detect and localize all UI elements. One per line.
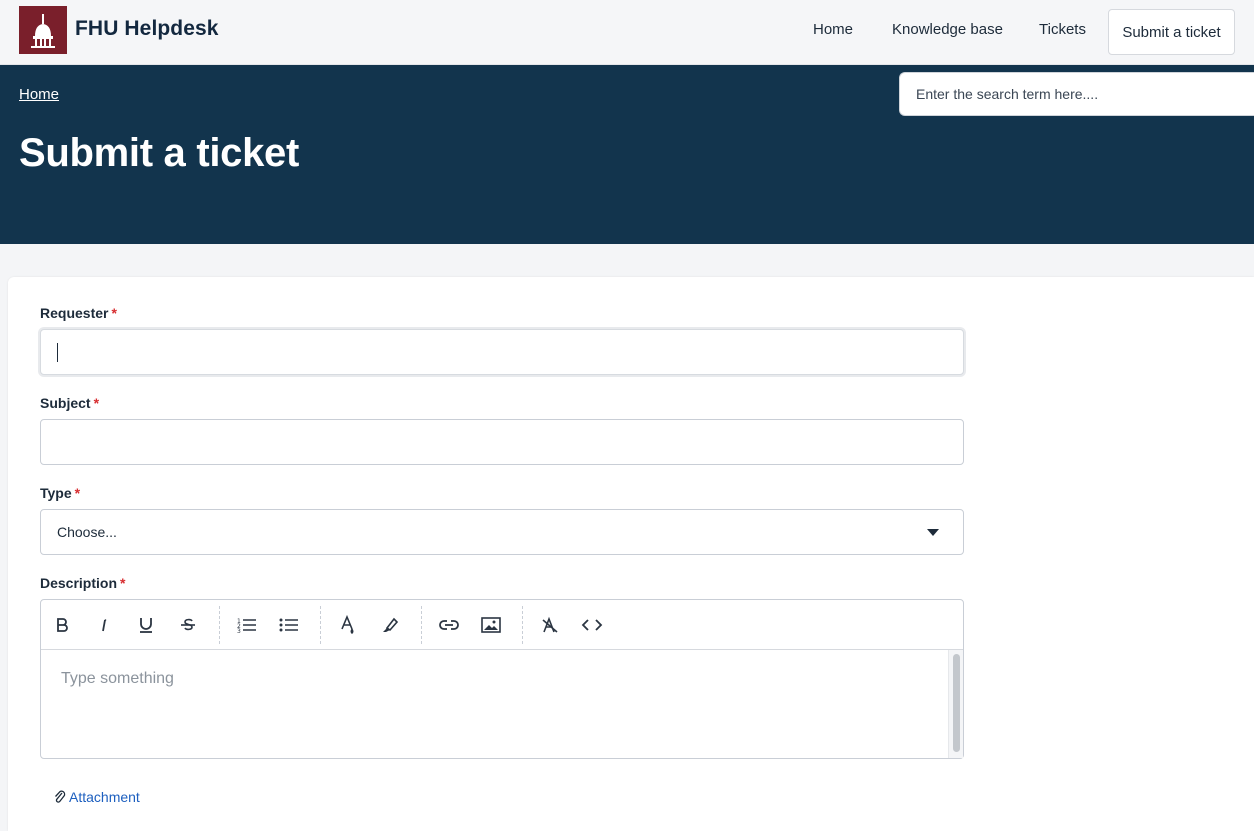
ticket-form: Requester * Subject * Type * Choose... Desc… — [8, 277, 1254, 831]
description-label-text: Description — [40, 575, 118, 591]
breadcrumb-home[interactable]: Home — [19, 86, 59, 103]
required-marker: * — [120, 575, 126, 591]
svg-text:3: 3 — [237, 628, 241, 634]
logo[interactable] — [19, 6, 67, 54]
subject-input[interactable] — [40, 419, 964, 465]
editor-toolbar: 123 — [41, 600, 963, 650]
image-icon[interactable] — [479, 613, 503, 637]
code-icon[interactable] — [580, 613, 604, 637]
type-label: Type * — [40, 485, 80, 501]
type-select[interactable]: Choose... — [40, 509, 964, 555]
description-textarea[interactable]: Type something — [61, 670, 174, 688]
text-caret — [57, 343, 58, 362]
subject-label-text: Subject — [40, 395, 91, 411]
requester-label: Requester * — [40, 305, 117, 321]
clear-format-icon[interactable] — [538, 613, 562, 637]
caret-down-icon — [927, 529, 939, 536]
type-label-text: Type — [40, 485, 72, 501]
search-input[interactable] — [899, 72, 1254, 116]
highlight-icon[interactable] — [378, 613, 402, 637]
editor-scrollbar[interactable] — [948, 650, 963, 758]
toolbar-divider — [522, 606, 523, 644]
requester-label-text: Requester — [40, 305, 109, 321]
subject-label: Subject * — [40, 395, 99, 411]
page-title: Submit a ticket — [19, 131, 300, 175]
brand-name[interactable]: FHU Helpdesk — [75, 17, 219, 41]
toolbar-divider — [421, 606, 422, 644]
description-editor: 123 Type something — [40, 599, 964, 759]
paperclip-icon — [55, 790, 66, 803]
attachment-link[interactable]: Attachment — [54, 789, 140, 805]
link-icon[interactable] — [437, 613, 461, 637]
required-marker: * — [74, 485, 81, 501]
hero-banner: Home Submit a ticket — [0, 65, 1254, 244]
required-marker: * — [111, 305, 117, 321]
description-label: Description * — [40, 575, 125, 591]
nav-tickets[interactable]: Tickets — [1039, 21, 1086, 38]
nav-home[interactable]: Home — [813, 21, 853, 38]
bulleted-list-icon[interactable] — [277, 613, 301, 637]
required-marker: * — [93, 395, 100, 411]
ordered-list-icon[interactable]: 123 — [235, 613, 259, 637]
nav-knowledge-base[interactable]: Knowledge base — [892, 21, 1003, 38]
top-navigation: FHU Helpdesk Home Knowledge base Tickets… — [0, 0, 1254, 65]
bold-icon[interactable] — [50, 613, 74, 637]
building-dome-icon — [19, 6, 67, 54]
type-select-value: Choose... — [57, 524, 117, 540]
toolbar-divider — [320, 606, 321, 644]
toolbar-divider — [219, 606, 220, 644]
scrollbar-thumb[interactable] — [953, 654, 960, 752]
nav-submit-ticket-button[interactable]: Submit a ticket — [1108, 9, 1235, 55]
requester-input[interactable] — [40, 329, 964, 375]
underline-icon[interactable] — [134, 613, 158, 637]
italic-icon[interactable] — [92, 613, 116, 637]
attachment-label: Attachment — [69, 789, 140, 805]
strikethrough-icon[interactable] — [176, 613, 200, 637]
font-color-icon[interactable] — [336, 613, 360, 637]
